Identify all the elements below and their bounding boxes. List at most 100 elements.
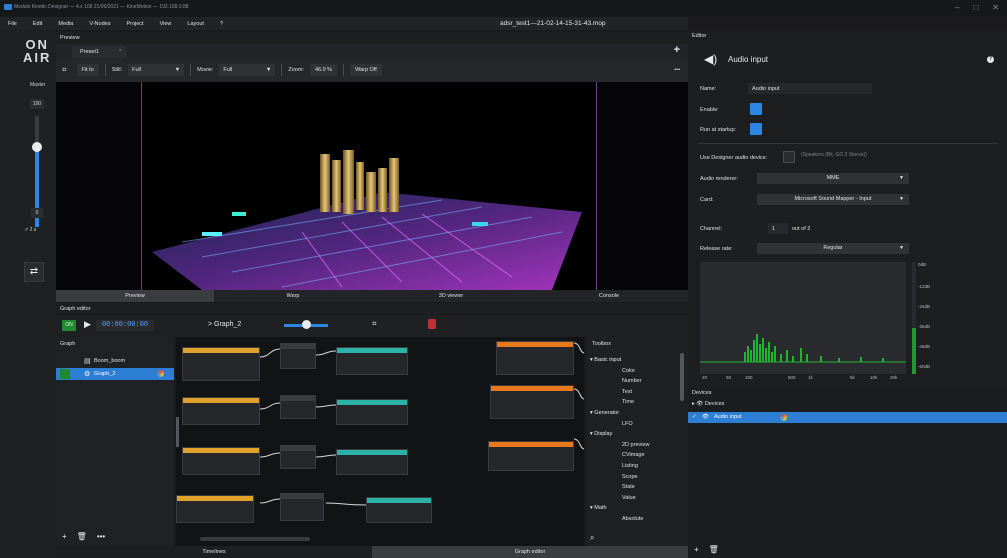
toolbox-category[interactable]: ▾ Math [590, 505, 607, 511]
menu-file[interactable]: File [0, 21, 25, 27]
operation-node[interactable] [280, 493, 324, 521]
search-icon[interactable]: ⌕ [590, 533, 594, 543]
more-options-icon[interactable]: ••• [674, 67, 680, 73]
timecode-display[interactable]: 00:00:00:00 [96, 320, 154, 331]
master-zero-value[interactable]: 0 [31, 208, 43, 218]
menu-media[interactable]: Media [50, 21, 81, 27]
toolbox-item[interactable]: CVimage [622, 452, 645, 458]
name-field[interactable]: Audio input [748, 83, 872, 94]
eye-icon[interactable]: 👁 [702, 414, 709, 420]
toolbox-item[interactable]: Scope [622, 474, 638, 480]
tab-warp[interactable]: Warp [214, 290, 372, 302]
tab-3d-viewer[interactable]: 3D viewer [372, 290, 530, 302]
tab-graph-editor[interactable]: Graph editor [372, 546, 688, 558]
toolbox-scrollbar[interactable] [680, 353, 684, 401]
master-value[interactable]: 100 [30, 99, 44, 109]
close-button[interactable]: ✕ [992, 3, 999, 12]
master-slider-handle[interactable] [32, 142, 42, 153]
use-designer-checkbox[interactable] [783, 151, 795, 163]
audio-renderer-select[interactable]: MME ▼ [757, 173, 909, 184]
operation-node[interactable] [280, 445, 316, 469]
movie-select[interactable]: Full ▼ [219, 64, 276, 76]
tab-timelines[interactable]: Timelines [56, 546, 372, 558]
output-cast-icon[interactable]: ⇄ [24, 262, 44, 282]
zoom-input[interactable]: 46.0 % [309, 64, 338, 76]
eye-icon[interactable]: 👁 [696, 401, 703, 407]
warp-toggle-button[interactable]: Warp Off [350, 64, 382, 76]
menu-help[interactable]: ? [212, 21, 231, 27]
toolbox-item[interactable]: Absolute [622, 516, 643, 522]
add-device-icon[interactable]: + [694, 545, 699, 554]
menu-view[interactable]: View [152, 21, 180, 27]
add-graph-icon[interactable]: + [62, 532, 67, 541]
toolbox-item[interactable]: Color [622, 368, 635, 374]
canvas-splitter-handle[interactable] [176, 417, 179, 447]
toolbox-item[interactable]: Listing [622, 463, 638, 469]
more-options-icon[interactable]: ••• [97, 532, 105, 541]
audio-input-node[interactable] [490, 385, 574, 419]
audio-input-node[interactable] [176, 495, 254, 523]
toolbox-item[interactable]: 2D preview [622, 442, 650, 448]
tab-console[interactable]: Console [530, 290, 688, 302]
devices-tree-root[interactable]: ▸ 👁 Devices [692, 401, 724, 407]
graph-item-boom-boom[interactable]: ▤ Boom_boom [56, 355, 174, 367]
channel-input[interactable]: 1 [768, 223, 788, 234]
audio-input-node[interactable] [496, 341, 574, 375]
menu-vnodes[interactable]: V-Nodes [81, 21, 118, 27]
tab-preset1[interactable]: Preset1 × [72, 46, 126, 58]
tab-preview[interactable]: Preview [56, 290, 214, 302]
card-select[interactable]: Microsoft Sound Mapper - Input ▼ [757, 194, 909, 205]
delete-graph-icon[interactable]: 🗑 [77, 532, 87, 541]
operation-node[interactable] [280, 395, 316, 419]
graph-zoom-handle[interactable] [302, 320, 311, 329]
transition-time[interactable]: ↗ 2 s [24, 227, 36, 233]
output-node[interactable] [336, 347, 408, 375]
canvas-scrollbar[interactable] [200, 537, 310, 541]
toolbox-item[interactable]: Value [622, 495, 636, 501]
play-icon[interactable]: ▶ [84, 319, 91, 330]
device-item-audio-input[interactable]: ✓ 👁 Audio input [688, 412, 1007, 423]
on-air-indicator[interactable]: ON AIR [23, 38, 51, 64]
audio-input-node[interactable] [488, 441, 574, 471]
release-rate-select[interactable]: Regular ▼ [757, 243, 909, 254]
maximize-button[interactable]: □ [973, 3, 978, 12]
menu-layout[interactable]: Layout [179, 21, 212, 27]
audio-input-node[interactable] [182, 447, 260, 475]
fit-graph-icon[interactable]: ⌗ [372, 319, 377, 329]
output-node[interactable] [336, 449, 408, 475]
minimize-button[interactable]: – [955, 3, 959, 12]
toolbox-category[interactable]: ▾ Display [590, 431, 612, 437]
clear-graph-icon[interactable] [428, 319, 436, 329]
menu-project[interactable]: Project [118, 21, 151, 27]
toolbox-item-label: Basic input [594, 357, 622, 363]
help-icon[interactable]: ? [987, 56, 994, 63]
close-icon[interactable]: × [119, 48, 122, 54]
output-node[interactable] [336, 399, 408, 425]
graph-item-graph-2[interactable]: ⚙ Graph_2 [56, 368, 174, 380]
stage-viewport[interactable] [56, 82, 688, 290]
graph-enabled-checkbox[interactable] [60, 369, 70, 379]
toolbox-item[interactable]: Number [622, 378, 642, 384]
toolbox-item[interactable]: Text [622, 389, 632, 395]
fit-to-button[interactable]: Fit to [76, 64, 99, 76]
enable-checkbox[interactable] [750, 103, 762, 115]
toolbox-item[interactable]: State [622, 484, 635, 490]
toolbox-category[interactable]: ▾ Generator [590, 410, 619, 416]
still-label: Still: [111, 67, 123, 73]
node-graph-canvas[interactable] [176, 337, 584, 546]
toolbox-category[interactable]: ▾ Basic input [590, 357, 621, 363]
audio-input-node[interactable] [182, 347, 260, 381]
add-preset-icon[interactable]: + [674, 44, 680, 56]
output-node[interactable] [366, 497, 432, 523]
operation-node[interactable] [280, 343, 316, 369]
menu-edit[interactable]: Edit [25, 21, 50, 27]
run-at-startup-checkbox[interactable] [750, 123, 762, 135]
toolbox-item[interactable]: Time [622, 399, 634, 405]
delete-device-icon[interactable]: 🗑 [709, 545, 719, 554]
graph-on-toggle[interactable]: ON [62, 320, 76, 331]
audio-input-node[interactable] [182, 397, 260, 425]
fit-icon[interactable]: ⌗ [62, 65, 67, 75]
still-select[interactable]: Full ▼ [128, 64, 185, 76]
toolbox-item[interactable]: LFO [622, 421, 633, 427]
toolbox-item-label: Number [622, 378, 642, 385]
